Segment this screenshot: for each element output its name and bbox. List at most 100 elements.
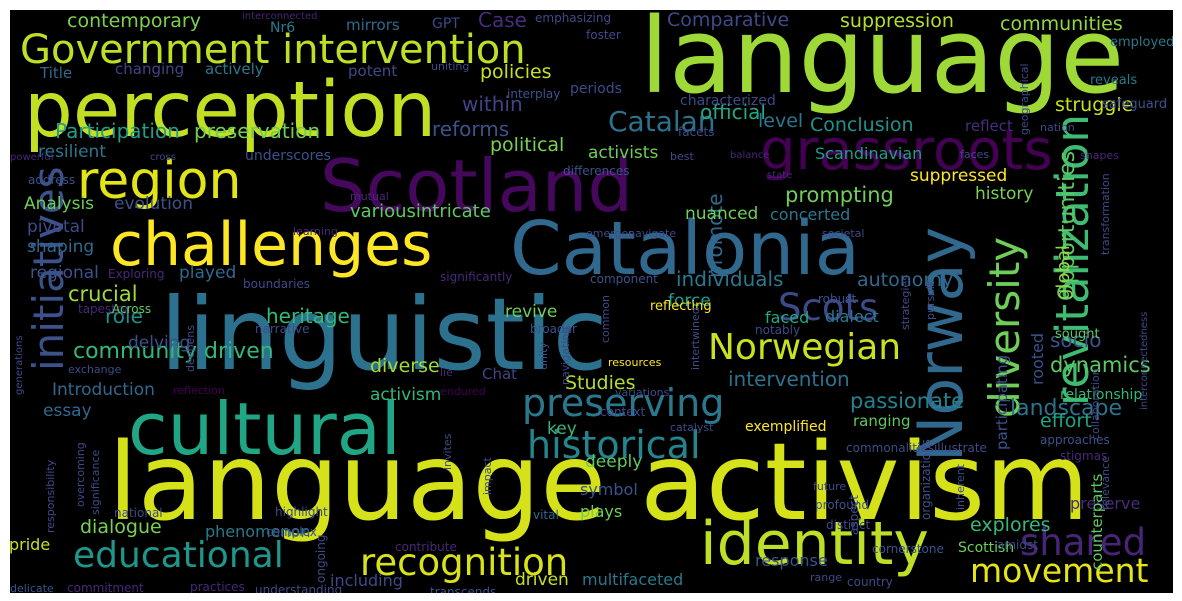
- word-cornerstone: cornerstone: [872, 542, 944, 556]
- word-cross: cross: [150, 152, 176, 163]
- word-individuals: individuals: [676, 267, 784, 291]
- word-conclusion: Conclusion: [810, 114, 914, 136]
- word-pivotal: pivotal: [27, 217, 85, 237]
- word-preservation: preservation: [194, 119, 321, 143]
- word-differences: differences: [563, 164, 630, 178]
- word-participation: Participation: [55, 119, 180, 143]
- word-state: state: [767, 170, 793, 181]
- word-global: global: [1053, 245, 1074, 300]
- word-facets: facets: [678, 125, 715, 139]
- word-political: political: [490, 134, 565, 156]
- word-ongoing: ongoing: [314, 534, 328, 583]
- word-nation: nation: [1040, 121, 1075, 134]
- word-nuanced: nuanced: [685, 204, 759, 224]
- word-rooted: rooted: [1028, 332, 1047, 385]
- word-country: country: [847, 575, 893, 589]
- word-suppression: suppression: [840, 10, 954, 32]
- word-intervention: intervention: [728, 367, 850, 391]
- word-communities: communities: [1000, 13, 1123, 35]
- word-range: range: [810, 571, 842, 584]
- word-deepens: deepens: [184, 325, 197, 372]
- word-delving: delving: [128, 333, 191, 353]
- word-component: component: [590, 272, 658, 286]
- word-robust: robust: [818, 292, 857, 306]
- word-reflect: reflect: [965, 117, 1013, 135]
- word-potent: potent: [348, 62, 398, 80]
- word-driven: driven: [515, 570, 569, 590]
- word-variations: variations: [615, 386, 670, 399]
- word-resources: resources: [608, 356, 662, 369]
- word-collaboration: collaboration: [1089, 368, 1102, 440]
- word-periods: periods: [570, 81, 622, 97]
- word-impact: impact: [481, 457, 494, 495]
- word-balance: balance: [730, 150, 770, 161]
- word-interplay: interplay: [507, 87, 561, 101]
- word-dialect: dialect: [825, 307, 879, 326]
- word-generations: generations: [14, 335, 25, 395]
- word-reveals: reveals: [1090, 73, 1138, 88]
- word-scandinavian: Scandinavian: [815, 144, 923, 163]
- word-gpt: GPT: [432, 16, 460, 32]
- word-effort: effort: [1040, 410, 1092, 432]
- word-pride: pride: [10, 535, 51, 554]
- word-response: response: [755, 551, 828, 570]
- word-participating: participating: [993, 354, 1011, 450]
- word-norway: Norway: [904, 226, 977, 462]
- word-aspect: aspect: [847, 495, 861, 535]
- word-amidst: amidst: [997, 538, 1038, 552]
- word-cloud: language activism language linguistic Ca…: [10, 10, 1173, 593]
- word-across: Across: [112, 302, 152, 316]
- word-future: future: [813, 480, 847, 493]
- word-navigating: navigating: [559, 326, 572, 385]
- word-reflection: reflection: [173, 384, 225, 397]
- word-organizations: organizations: [919, 439, 933, 520]
- word-ranging: ranging: [853, 412, 911, 430]
- word-address: address: [28, 173, 76, 187]
- word-case: Case: [478, 10, 527, 32]
- word-actively: actively: [205, 60, 264, 78]
- word-characterized: characterized: [680, 93, 776, 109]
- word-powerful: powerful: [10, 152, 54, 163]
- word-interconnected: interconnected: [242, 11, 318, 22]
- word-policies: policies: [480, 61, 552, 83]
- word-explores: explores: [970, 514, 1051, 536]
- word-navigate: navigate: [628, 227, 677, 240]
- word-strategies: strategies: [899, 275, 912, 330]
- word-narrative: narrative: [255, 322, 310, 336]
- word-key: key: [547, 419, 577, 439]
- word-employed: employed: [1110, 35, 1173, 50]
- word-faces: faces: [960, 148, 990, 161]
- word-endured: endured: [440, 385, 486, 398]
- word-prompting: prompting: [785, 183, 894, 207]
- word-cultural: cultural: [128, 387, 401, 471]
- word-foster: foster: [586, 28, 621, 42]
- word-educational: educational: [73, 535, 284, 576]
- word-diverse: diverse: [370, 355, 440, 377]
- word-inherent: inherent: [954, 463, 967, 510]
- word-activism: activism: [370, 385, 442, 405]
- word-dialogue: dialogue: [80, 516, 162, 538]
- word-history: history: [975, 184, 1034, 204]
- word-catalyst: catalyst: [670, 421, 714, 434]
- word-common: common: [599, 295, 612, 343]
- word-analysis: Analysis: [24, 194, 95, 214]
- word-regional: regional: [30, 263, 99, 283]
- word-lie: lie: [440, 366, 453, 379]
- word-unity: unity: [537, 342, 550, 370]
- word-changing: changing: [115, 60, 185, 78]
- word-title: Title: [40, 64, 73, 82]
- word-delicate: delicate: [10, 582, 54, 593]
- word-introduction: Introduction: [52, 380, 155, 400]
- word-complex: complex: [266, 525, 317, 539]
- word-national: national: [114, 506, 163, 520]
- word-played: played: [179, 263, 237, 283]
- word-mirrors: mirrors: [346, 16, 400, 34]
- word-understanding: understanding: [255, 583, 343, 593]
- word-responsibility: responsibility: [44, 459, 57, 533]
- word-safeguard: safeguard: [1102, 97, 1168, 112]
- word-emphasizing: emphasizing: [535, 11, 612, 25]
- word-level: level: [758, 110, 804, 132]
- word-nr6: Nr6: [270, 20, 296, 36]
- word-underscores: underscores: [245, 148, 331, 164]
- word-best: best: [670, 150, 694, 163]
